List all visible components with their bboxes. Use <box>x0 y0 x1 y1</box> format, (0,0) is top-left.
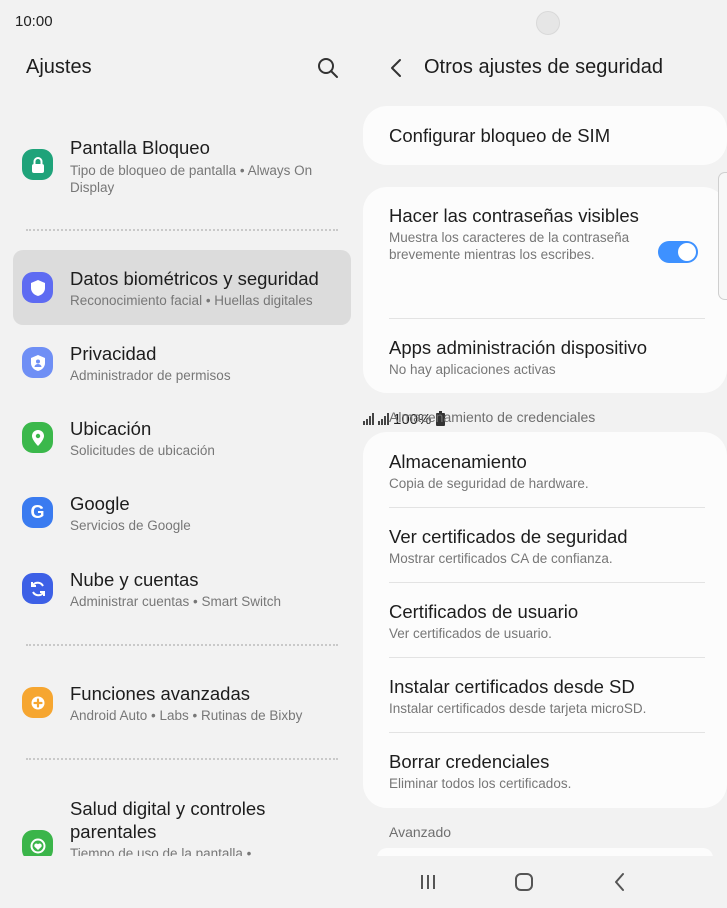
home-button[interactable] <box>509 870 539 894</box>
settings-item-title: Funciones avanzadas <box>70 683 250 704</box>
sim-lock-label: Configurar bloqueo de SIM <box>389 125 611 146</box>
device-admin-title: Apps administración dispositivo <box>389 337 648 358</box>
credentials-card: Almacenamiento Copia de seguridad de har… <box>363 432 727 808</box>
settings-item-subtitle: Servicios de Google <box>70 518 191 533</box>
recents-button[interactable] <box>413 870 443 894</box>
credential-row-subtitle: Copia de seguridad de hardware. <box>389 476 589 491</box>
settings-item-biometrics-security[interactable]: Datos biométricos y seguridad Reconocimi… <box>13 250 351 325</box>
home-icon <box>515 873 533 891</box>
chevron-left-icon <box>391 59 401 77</box>
credential-row-storage[interactable]: Almacenamiento Copia de seguridad de har… <box>389 450 705 492</box>
detail-pane: Otros ajustes de seguridad Configurar bl… <box>363 44 727 856</box>
recents-icon <box>421 875 435 889</box>
row-separator <box>389 318 705 319</box>
settings-item-google[interactable]: G Google Servicios de Google <box>13 486 351 546</box>
back-arrow-icon <box>615 873 624 891</box>
row-separator <box>389 732 705 733</box>
shield-icon <box>22 272 53 303</box>
device-admin-subtitle: No hay aplicaciones activas <box>389 362 556 377</box>
section-header-advanced: Avanzado <box>389 824 452 840</box>
credential-row-title: Instalar certificados desde SD <box>389 676 635 697</box>
settings-item-advanced-features[interactable]: Funciones avanzadas Android Auto • Labs … <box>13 676 351 736</box>
page-title: Ajustes <box>26 56 92 78</box>
search-icon <box>318 58 338 78</box>
settings-item-title: Nube y cuentas <box>70 569 199 590</box>
passwords-visible-title: Hacer las contraseñas visibles <box>389 205 639 226</box>
group-divider <box>26 758 338 760</box>
sim-lock-card[interactable]: Configurar bloqueo de SIM <box>363 106 727 165</box>
google-icon: G <box>22 497 53 528</box>
settings-item-privacy[interactable]: Privacidad Administrador de permisos <box>13 336 351 396</box>
passwords-visible-toggle[interactable] <box>658 241 698 263</box>
settings-item-digital-wellbeing[interactable]: Salud digital y controles parentales Tie… <box>13 790 351 856</box>
credential-row-install-sd[interactable]: Instalar certificados desde SD Instalar … <box>389 675 705 717</box>
wellbeing-icon <box>22 830 53 856</box>
settings-item-subtitle: Android Auto • Labs • Rutinas de Bixby <box>70 708 303 723</box>
settings-item-subtitle: Solicitudes de ubicación <box>70 443 215 458</box>
row-separator <box>389 657 705 658</box>
settings-item-title: Google <box>70 493 130 514</box>
group-divider <box>26 644 338 646</box>
credential-row-clear[interactable]: Borrar credenciales Eliminar todos los c… <box>389 750 705 792</box>
settings-list-pane: Ajustes Pantalla Bloqueo Tipo de bloqueo… <box>0 44 363 856</box>
settings-item-location[interactable]: Ubicación Solicitudes de ubicación <box>13 411 351 471</box>
credential-row-subtitle: Mostrar certificados CA de confianza. <box>389 551 613 566</box>
location-icon <box>22 422 53 453</box>
row-separator <box>389 582 705 583</box>
status-bar: 10:00 100% <box>0 0 727 428</box>
credential-row-title: Borrar credenciales <box>389 751 550 772</box>
settings-item-title: Pantalla Bloqueo <box>70 137 210 158</box>
credential-row-subtitle: Instalar certificados desde tarjeta micr… <box>389 701 647 716</box>
credential-row-subtitle: Eliminar todos los certificados. <box>389 776 572 791</box>
security-options-card: Hacer las contraseñas visibles Muestra l… <box>363 187 727 393</box>
edge-panel-handle[interactable] <box>718 172 727 300</box>
device-admin-row[interactable]: Apps administración dispositivo No hay a… <box>389 336 705 378</box>
passwords-visible-row[interactable]: Hacer las contraseñas visibles Muestra l… <box>389 204 639 263</box>
settings-item-lock-screen[interactable]: Pantalla Bloqueo Tipo de bloqueo de pant… <box>13 130 351 200</box>
search-button[interactable] <box>316 56 340 80</box>
section-header-credentials: Almacenamiento de credenciales <box>389 409 596 425</box>
row-separator <box>389 507 705 508</box>
nav-back-button[interactable] <box>605 870 635 894</box>
detail-title: Otros ajustes de seguridad <box>424 56 664 78</box>
settings-item-subtitle: Tiempo de uso de la pantalla • <box>70 846 252 856</box>
passwords-visible-subtitle: Muestra los caracteres de la contraseña … <box>389 230 630 262</box>
lock-icon <box>22 149 53 180</box>
settings-item-title: Ubicación <box>70 418 152 439</box>
gear-plus-icon <box>22 687 53 718</box>
group-divider <box>26 229 338 231</box>
advanced-card[interactable] <box>377 848 713 856</box>
credential-row-title: Almacenamiento <box>389 451 527 472</box>
navigation-bar <box>363 856 727 908</box>
credential-row-user-certificates[interactable]: Certificados de usuario Ver certificados… <box>389 600 705 642</box>
toggle-knob <box>678 243 696 261</box>
back-button[interactable] <box>387 56 407 80</box>
sync-icon <box>22 573 53 604</box>
settings-item-subtitle: Tipo de bloqueo de pantalla • Always On … <box>70 163 313 195</box>
settings-item-subtitle: Administrar cuentas • Smart Switch <box>70 594 282 609</box>
credential-row-title: Ver certificados de seguridad <box>389 526 628 547</box>
settings-item-title: Privacidad <box>70 343 157 364</box>
settings-item-subtitle: Administrador de permisos <box>70 368 231 383</box>
settings-item-cloud-accounts[interactable]: Nube y cuentas Administrar cuentas • Sma… <box>13 562 351 622</box>
settings-item-subtitle: Reconocimiento facial • Huellas digitale… <box>70 293 313 308</box>
privacy-icon <box>22 347 53 378</box>
settings-item-title: Datos biométricos y seguridad <box>70 268 319 289</box>
settings-item-title: Salud digital y controles parentales <box>70 798 266 842</box>
credential-row-subtitle: Ver certificados de usuario. <box>389 626 552 641</box>
status-time: 10:00 <box>15 13 53 30</box>
credential-row-title: Certificados de usuario <box>389 601 579 622</box>
credential-row-view-certificates[interactable]: Ver certificados de seguridad Mostrar ce… <box>389 525 705 567</box>
